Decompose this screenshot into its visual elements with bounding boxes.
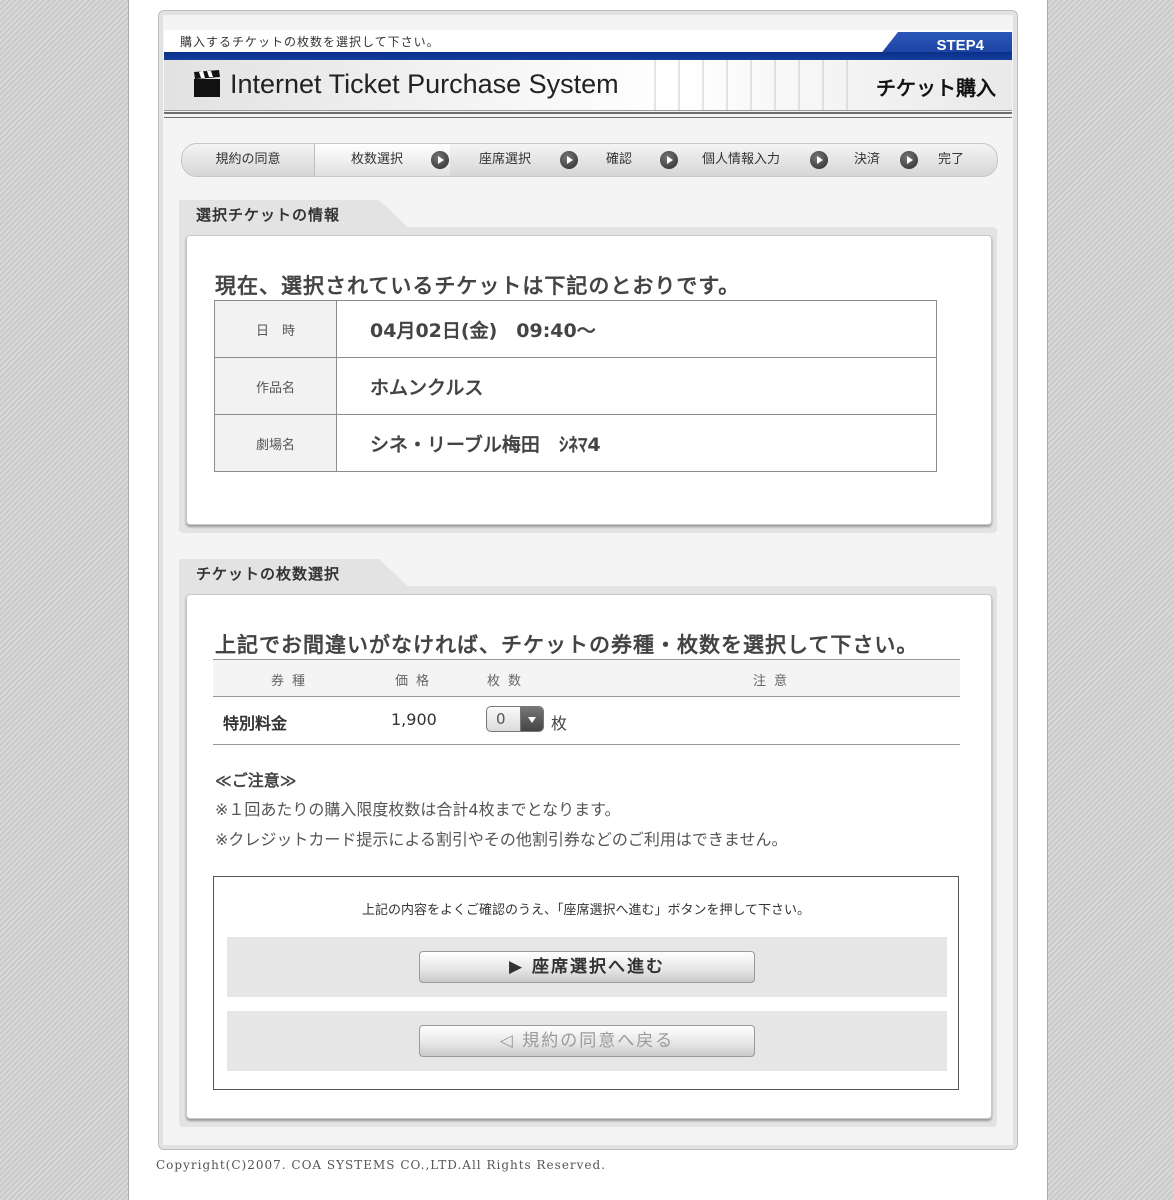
quantity-unit: 枚 [551, 714, 568, 733]
arrow-right-icon [810, 151, 828, 169]
confirm-box: 上記の内容をよくご確認のうえ、「座席選択へ進む」ボタンを押して下さい。 ▶ 座席… [213, 876, 959, 1090]
copyright: Copyright(C)2007. COA SYSTEMS CO.,LTD.Al… [156, 1158, 607, 1172]
header-decoration [632, 60, 852, 110]
arrow-right-icon [900, 151, 918, 169]
progress-steps: 規約の同意 枚数選択 座席選択 確認 個人情報入力 決済 完了 [181, 143, 998, 177]
progress-step-payment: 決済 [854, 152, 881, 167]
header-divider [164, 112, 1012, 114]
chevron-down-icon[interactable] [520, 707, 543, 731]
header-title-bar: Internet Ticket Purchase System チケット購入 [164, 60, 1012, 111]
notes-title: ≪ご注意≫ [215, 771, 297, 790]
ticket-type: 特別料金 [223, 714, 288, 733]
progress-step-quantity: 枚数選択 [315, 144, 450, 176]
info-value-title: ホムンクルス [336, 357, 937, 415]
info-label-theater: 劇場名 [214, 414, 337, 472]
confirm-instruction: 上記の内容をよくご確認のうえ、「座席選択へ進む」ボタンを押して下さい。 [361, 903, 811, 918]
table-row: 劇場名 シネ・リーブル梅田 ｼﾈﾏ4 [214, 414, 937, 472]
progress-step-seat: 座席選択 [479, 152, 532, 167]
progress-step-agreement: 規約の同意 [182, 144, 315, 176]
page-label: チケット購入 [876, 76, 996, 100]
info-value-theater: シネ・リーブル梅田 ｼﾈﾏ4 [336, 414, 937, 472]
clapperboard-icon [194, 70, 220, 97]
system-title: Internet Ticket Purchase System [230, 69, 619, 99]
arrow-right-icon [560, 151, 578, 169]
selected-ticket-lead: 現在、選択されているチケットは下記のとおりです。 [215, 274, 741, 298]
progress-step-label: 枚数選択 [351, 152, 404, 167]
table-row: 作品名 ホムンクルス [214, 357, 937, 415]
column-header-price: 価格 [395, 674, 438, 689]
ticket-info-table: 日 時 04月02日(金) 09:40〜 作品名 ホムンクルス 劇場名 シネ・リ… [214, 300, 937, 472]
quantity-select-value: 0 [496, 710, 506, 728]
info-label-datetime: 日 時 [214, 300, 337, 358]
section-title-selected-ticket: 選択チケットの情報 [179, 200, 411, 230]
quantity-lead: 上記でお間違いがなければ、チケットの券種・枚数を選択して下さい。 [215, 633, 919, 657]
ticket-price: 1,900 [391, 710, 437, 729]
section-title-quantity: チケットの枚数選択 [179, 559, 411, 589]
note-item: ※１回あたりの購入限度枚数は合計4枚までとなります。 [215, 800, 621, 819]
back-button-band: ◁ 規約の同意へ戻る [227, 1011, 947, 1071]
progress-step-complete: 完了 [938, 152, 965, 167]
progress-step-personal-info: 個人情報入力 [702, 152, 781, 167]
back-to-agreement-button[interactable]: ◁ 規約の同意へ戻る [419, 1025, 755, 1057]
header-instruction: 購入するチケットの枚数を選択して下さい。 [180, 35, 440, 49]
table-row: 日 時 04月02日(金) 09:40〜 [214, 300, 937, 358]
header-blue-stripe [164, 52, 1012, 60]
ticket-table-header: 券種 価格 枚数 注意 [213, 659, 960, 697]
info-label-title: 作品名 [214, 357, 337, 415]
column-header-count: 枚数 [487, 674, 530, 689]
info-value-datetime: 04月02日(金) 09:40〜 [336, 300, 937, 358]
note-item: ※クレジットカード提示による割引やその他割引券などのご利用はできません。 [215, 830, 788, 849]
column-header-type: 券種 [271, 674, 314, 689]
quantity-select[interactable]: 0 [486, 706, 544, 732]
arrow-right-icon [431, 151, 449, 169]
next-button-band: ▶ 座席選択へ進む [227, 937, 947, 997]
arrow-right-icon [660, 151, 678, 169]
column-header-notes: 注意 [753, 674, 796, 689]
proceed-to-seat-button[interactable]: ▶ 座席選択へ進む [419, 951, 755, 983]
progress-step-confirm: 確認 [606, 152, 633, 167]
header-divider [164, 117, 1012, 118]
table-row: 特別料金 1,900 0 枚 [213, 696, 960, 745]
